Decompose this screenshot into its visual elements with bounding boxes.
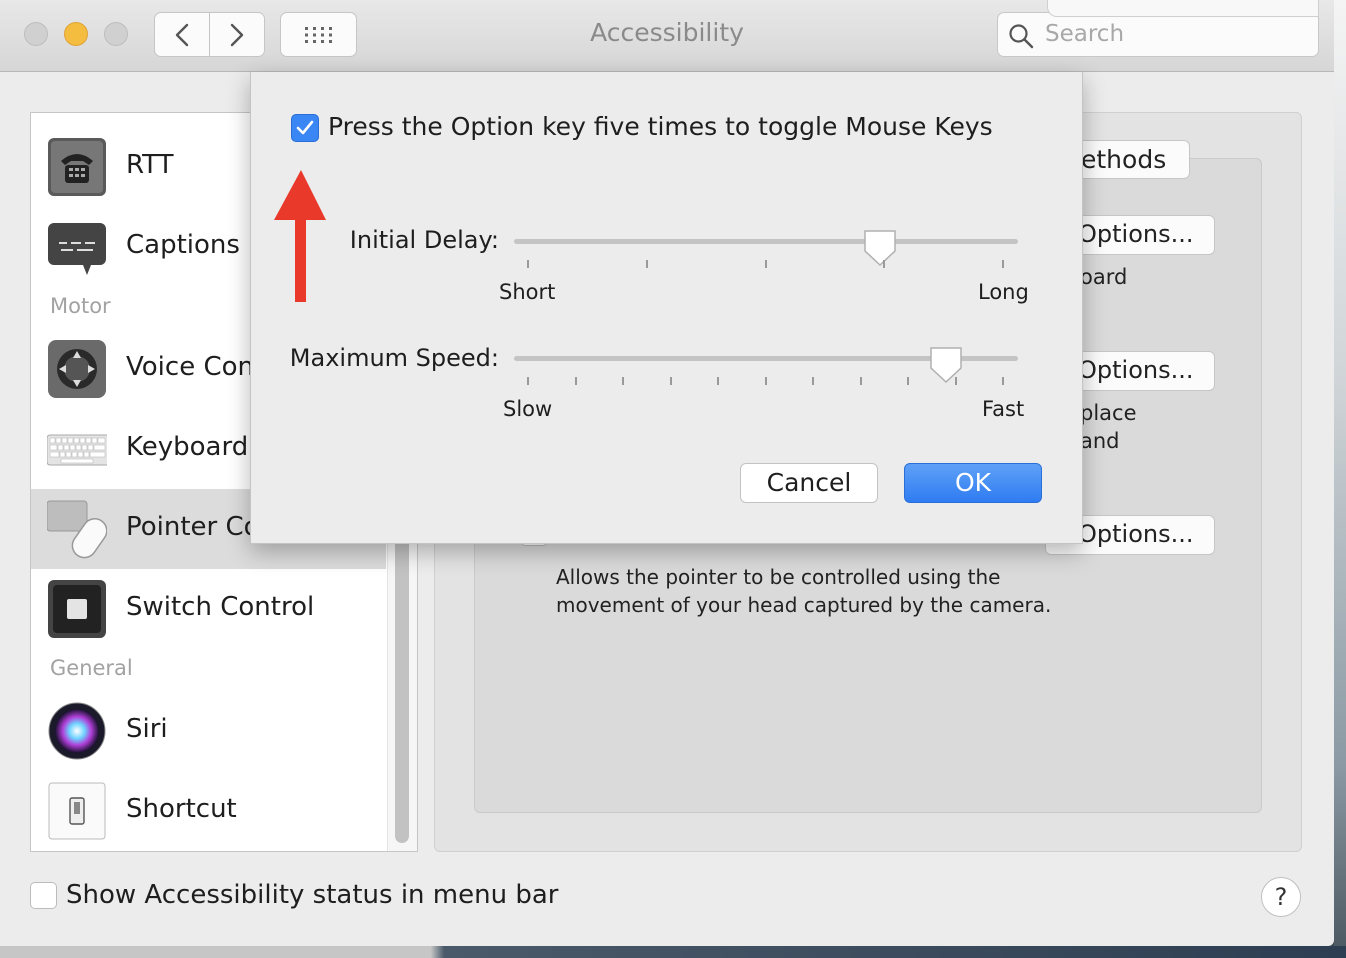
back-button[interactable] bbox=[154, 12, 210, 57]
cancel-button[interactable]: Cancel bbox=[740, 463, 878, 503]
sidebar-item-label: Keyboard bbox=[126, 432, 249, 462]
slider-tick bbox=[954, 377, 957, 385]
mouse-keys-options-sheet: Press the Option key five times to toggl… bbox=[250, 72, 1083, 544]
voice-control-icon bbox=[48, 340, 106, 398]
slider-tick bbox=[527, 377, 529, 385]
system-preferences-window: Accessibility Search RTT Captions Motor … bbox=[0, 0, 1334, 946]
desktop-edge-bottom bbox=[0, 946, 1346, 958]
annotation-arrow-icon bbox=[274, 170, 326, 302]
window-title: Accessibility bbox=[590, 18, 744, 47]
title-bar: Accessibility Search bbox=[0, 0, 1334, 72]
switch-control-icon bbox=[48, 580, 106, 638]
maximum-speed-min-label: Slow bbox=[503, 397, 553, 421]
slider-tick bbox=[669, 377, 672, 385]
chevron-left-icon bbox=[175, 23, 189, 46]
search-popover-edge bbox=[1047, 0, 1319, 17]
initial-delay-slider-track[interactable] bbox=[514, 239, 1018, 244]
maximum-speed-label: Maximum Speed: bbox=[289, 344, 499, 372]
shortcut-icon bbox=[48, 782, 106, 840]
maximum-speed-slider-thumb[interactable] bbox=[929, 346, 963, 384]
sidebar-scroll-thumb[interactable] bbox=[395, 493, 409, 843]
slider-tick bbox=[883, 260, 886, 268]
slider-tick bbox=[527, 260, 529, 268]
description-line: Allows the pointer to be controlled usin… bbox=[556, 565, 1001, 589]
minimize-window-button[interactable] bbox=[64, 22, 88, 46]
sidebar-item-shortcut[interactable]: Shortcut bbox=[31, 771, 386, 851]
show-status-label: Show Accessibility status in menu bar bbox=[66, 880, 559, 910]
sidebar-item-label: Shortcut bbox=[126, 794, 237, 824]
chevron-right-icon bbox=[230, 23, 244, 46]
sidebar-item-label: Switch Control bbox=[126, 592, 315, 622]
section-header-general: General bbox=[50, 656, 133, 680]
slider-tick bbox=[574, 377, 577, 385]
keyboard-icon bbox=[47, 434, 107, 466]
slider-tick bbox=[1002, 260, 1004, 268]
text-fragment: place bbox=[1080, 401, 1137, 425]
slider-tick bbox=[764, 260, 767, 268]
sidebar-item-label: Siri bbox=[126, 714, 168, 744]
slider-tick bbox=[622, 377, 624, 385]
close-window-button[interactable] bbox=[24, 22, 48, 46]
show-status-checkbox[interactable] bbox=[30, 882, 57, 909]
show-all-button[interactable] bbox=[280, 12, 357, 57]
search-field[interactable]: Search bbox=[997, 12, 1319, 57]
slider-tick bbox=[764, 377, 767, 385]
maximum-speed-max-label: Fast bbox=[982, 397, 1025, 421]
help-button[interactable]: ? bbox=[1261, 877, 1301, 917]
initial-delay-slider-thumb[interactable] bbox=[863, 229, 897, 267]
slider-tick bbox=[907, 377, 909, 385]
zoom-window-button[interactable] bbox=[104, 22, 128, 46]
sidebar-item-switch-control[interactable]: Switch Control bbox=[31, 569, 386, 649]
phone-icon bbox=[48, 138, 106, 196]
captions-icon bbox=[48, 223, 106, 275]
forward-button[interactable] bbox=[209, 12, 265, 57]
initial-delay-max-label: Long bbox=[978, 280, 1029, 304]
initial-delay-label: Initial Delay: bbox=[349, 226, 499, 254]
head-pointer-description: Allows the pointer to be controlled usin… bbox=[556, 563, 1116, 619]
description-line: movement of your head captured by the ca… bbox=[556, 593, 1052, 617]
slider-tick bbox=[1002, 377, 1004, 385]
option-key-toggle-checkbox[interactable] bbox=[291, 114, 319, 142]
sidebar-item-label: Voice Con bbox=[126, 352, 254, 382]
slider-tick bbox=[859, 377, 862, 385]
text-fragment: oard bbox=[1080, 265, 1128, 289]
pointer-control-icon bbox=[47, 500, 107, 559]
checkmark-icon bbox=[296, 120, 314, 135]
grid-icon bbox=[304, 26, 332, 43]
desktop-edge bbox=[1334, 0, 1346, 958]
slider-tick bbox=[717, 377, 719, 385]
ok-button[interactable]: OK bbox=[904, 463, 1042, 503]
option-key-toggle-label: Press the Option key five times to toggl… bbox=[328, 112, 993, 141]
section-header-motor: Motor bbox=[50, 294, 111, 318]
siri-icon bbox=[48, 702, 106, 760]
sidebar-item-label: RTT bbox=[126, 150, 174, 180]
sidebar-item-siri[interactable]: Siri bbox=[31, 691, 386, 771]
search-icon bbox=[1009, 24, 1034, 49]
search-placeholder: Search bbox=[1045, 21, 1125, 47]
sidebar-item-label: Captions bbox=[126, 230, 240, 260]
initial-delay-min-label: Short bbox=[499, 280, 556, 304]
slider-tick bbox=[812, 377, 814, 385]
sidebar-item-label: Pointer Co bbox=[126, 512, 260, 542]
text-fragment: and bbox=[1080, 429, 1120, 453]
slider-tick bbox=[645, 260, 648, 268]
